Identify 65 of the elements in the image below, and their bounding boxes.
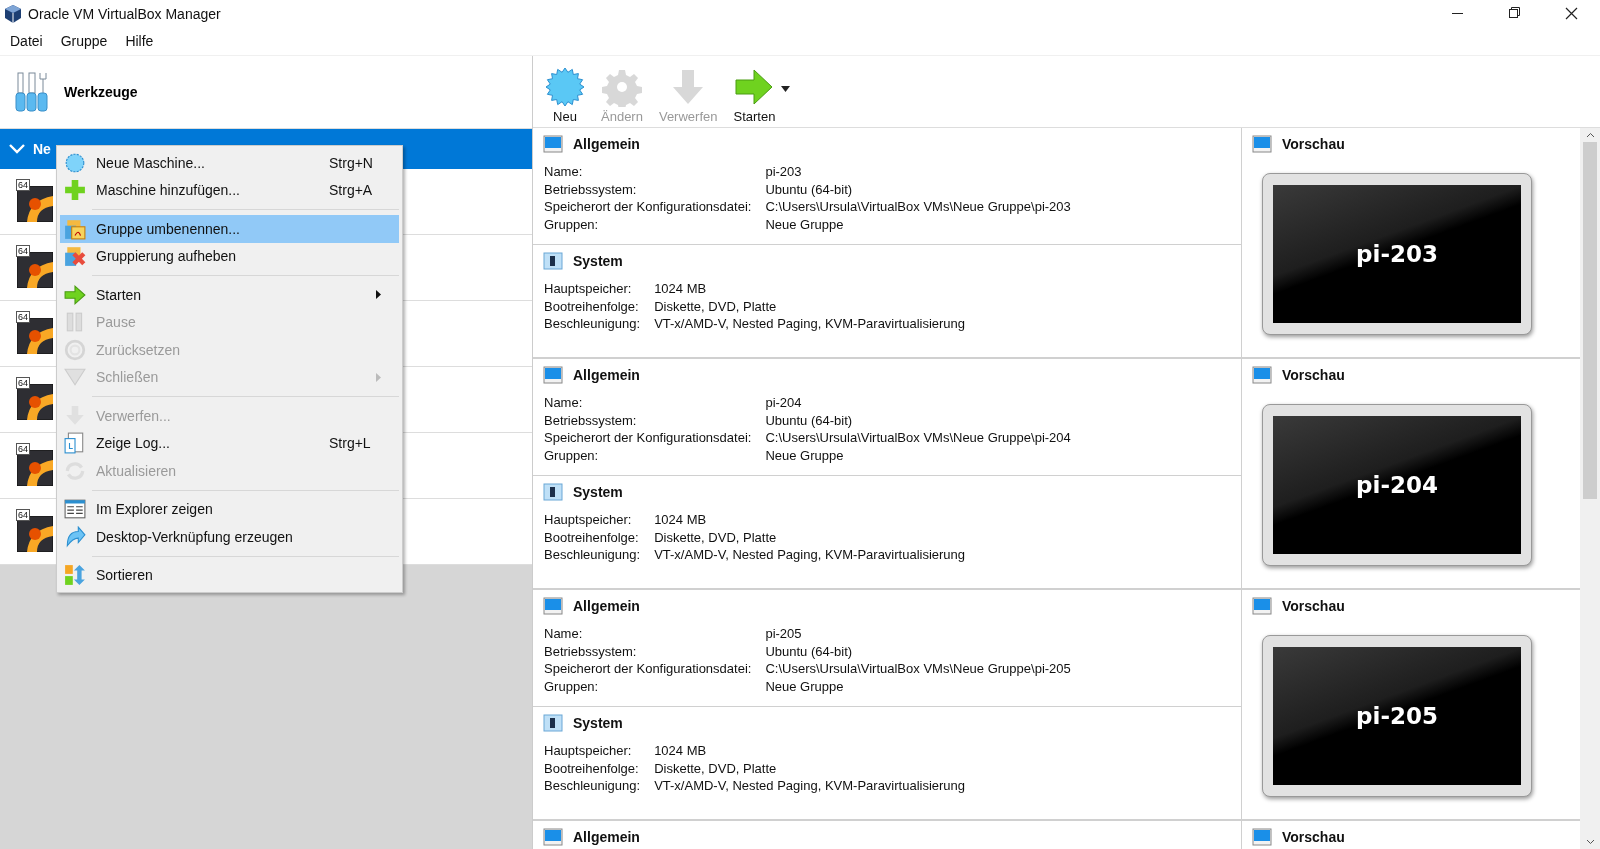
- field-value: pi-205: [765, 625, 803, 643]
- section-title: System: [573, 715, 623, 731]
- field-value: VT-x/AMD-V, Nested Paging, KVM-Paravirtualisierung: [654, 777, 967, 795]
- field-value: VT-x/AMD-V, Nested Paging, KVM-Paravirtualisierung: [654, 546, 967, 564]
- section-title: System: [573, 253, 623, 269]
- field-label: Name:: [544, 394, 584, 412]
- field-value: 1024 MB: [654, 511, 708, 529]
- field-value: Diskette, DVD, Platte: [654, 528, 778, 546]
- field-label: Hauptspeicher:: [544, 511, 633, 529]
- field-value: 1024 MB: [654, 742, 708, 760]
- field-value: Ubuntu (64-bit): [765, 411, 854, 429]
- bitness-badge: 64: [16, 376, 30, 389]
- section-title: Vorschau: [1282, 136, 1345, 152]
- field-label: Gruppen:: [544, 446, 600, 464]
- field-value: 1024 MB: [654, 280, 708, 298]
- field-label: Beschleunigung:: [544, 777, 641, 795]
- field-label: Bootreihenfolge:: [544, 528, 640, 546]
- field-label: Hauptspeicher:: [544, 742, 633, 760]
- field-label: Gruppen:: [544, 677, 600, 695]
- field-label: Gruppen:: [544, 215, 600, 233]
- field-label: Bootreihenfolge:: [544, 297, 640, 315]
- field-label: Betriebssystem:: [544, 411, 638, 429]
- field-value: pi-204: [765, 394, 803, 412]
- field-label: Betriebssystem:: [544, 642, 638, 660]
- field-label: Bootreihenfolge:: [544, 759, 640, 777]
- field-value: Diskette, DVD, Platte: [654, 759, 778, 777]
- section-title: Vorschau: [1282, 598, 1345, 614]
- section-title: Allgemein: [573, 829, 640, 845]
- field-label: Beschleunigung:: [544, 315, 641, 333]
- preview-vm-name: pi-205: [1356, 703, 1438, 729]
- field-label: Speicherort der Konfigurationsdatei:: [544, 198, 752, 216]
- section-title: Allgemein: [573, 136, 640, 152]
- preview-vm-name: pi-204: [1356, 472, 1438, 498]
- field-value: VT-x/AMD-V, Nested Paging, KVM-Paravirtualisierung: [654, 315, 967, 333]
- window-title: Oracle VM VirtualBox Manager: [28, 5, 221, 22]
- field-label: Name:: [544, 163, 584, 181]
- field-value: Neue Gruppe: [765, 215, 845, 233]
- field-value: Neue Gruppe: [765, 446, 845, 464]
- preview-vm-name: pi-203: [1356, 241, 1438, 267]
- bitness-badge: 64: [16, 508, 30, 521]
- field-value: C:\Users\Ursula\VirtualBox VMs\Neue Gruppe\pi-203: [765, 198, 1072, 216]
- bitness-badge: 64: [16, 244, 30, 257]
- field-value: Diskette, DVD, Platte: [654, 297, 778, 315]
- bitness-badge: 64: [16, 442, 30, 455]
- field-value: Ubuntu (64-bit): [765, 180, 854, 198]
- field-label: Betriebssystem:: [544, 180, 638, 198]
- field-value: Neue Gruppe: [765, 677, 845, 695]
- section-title: System: [573, 484, 623, 500]
- section-title: Allgemein: [573, 367, 640, 383]
- field-label: Speicherort der Konfigurationsdatei:: [544, 660, 752, 678]
- field-value: C:\Users\Ursula\VirtualBox VMs\Neue Gruppe\pi-204: [765, 429, 1072, 447]
- field-value: pi-203: [765, 163, 803, 181]
- group-name: Ne: [33, 141, 51, 157]
- bitness-badge: 64: [16, 178, 30, 191]
- field-value: Ubuntu (64-bit): [765, 642, 854, 660]
- section-title: Allgemein: [573, 598, 640, 614]
- field-label: Name:: [544, 625, 584, 643]
- field-label: Hauptspeicher:: [544, 280, 633, 298]
- tools-label: Werkzeuge: [64, 84, 138, 100]
- section-title: Vorschau: [1282, 367, 1345, 383]
- field-value: C:\Users\Ursula\VirtualBox VMs\Neue Gruppe\pi-205: [765, 660, 1072, 678]
- field-label: Beschleunigung:: [544, 546, 641, 564]
- field-label: Speicherort der Konfigurationsdatei:: [544, 429, 752, 447]
- bitness-badge: 64: [16, 310, 30, 323]
- section-title: Vorschau: [1282, 829, 1345, 845]
